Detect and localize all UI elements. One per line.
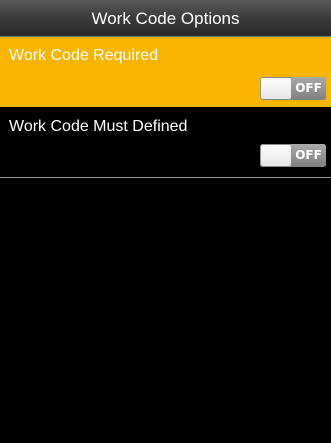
page-title: Work Code Options [91,9,240,28]
option-row-work-code-required[interactable]: Work Code Required OFF [0,37,331,107]
option-label: Work Code Required [9,47,159,64]
toggle-state-label: OFF [291,77,326,100]
work-code-must-defined-toggle[interactable]: OFF [260,144,326,167]
device-screen: Work Code Options Work Code Required OFF… [0,0,331,443]
work-code-required-toggle[interactable]: OFF [260,77,326,100]
toggle-knob [261,78,291,99]
title-bar: Work Code Options [0,0,331,37]
option-label: Work Code Must Defined [9,118,188,135]
toggle-state-label: OFF [291,144,326,167]
option-row-work-code-must-defined[interactable]: Work Code Must Defined OFF [0,108,331,178]
toggle-knob [261,145,291,166]
